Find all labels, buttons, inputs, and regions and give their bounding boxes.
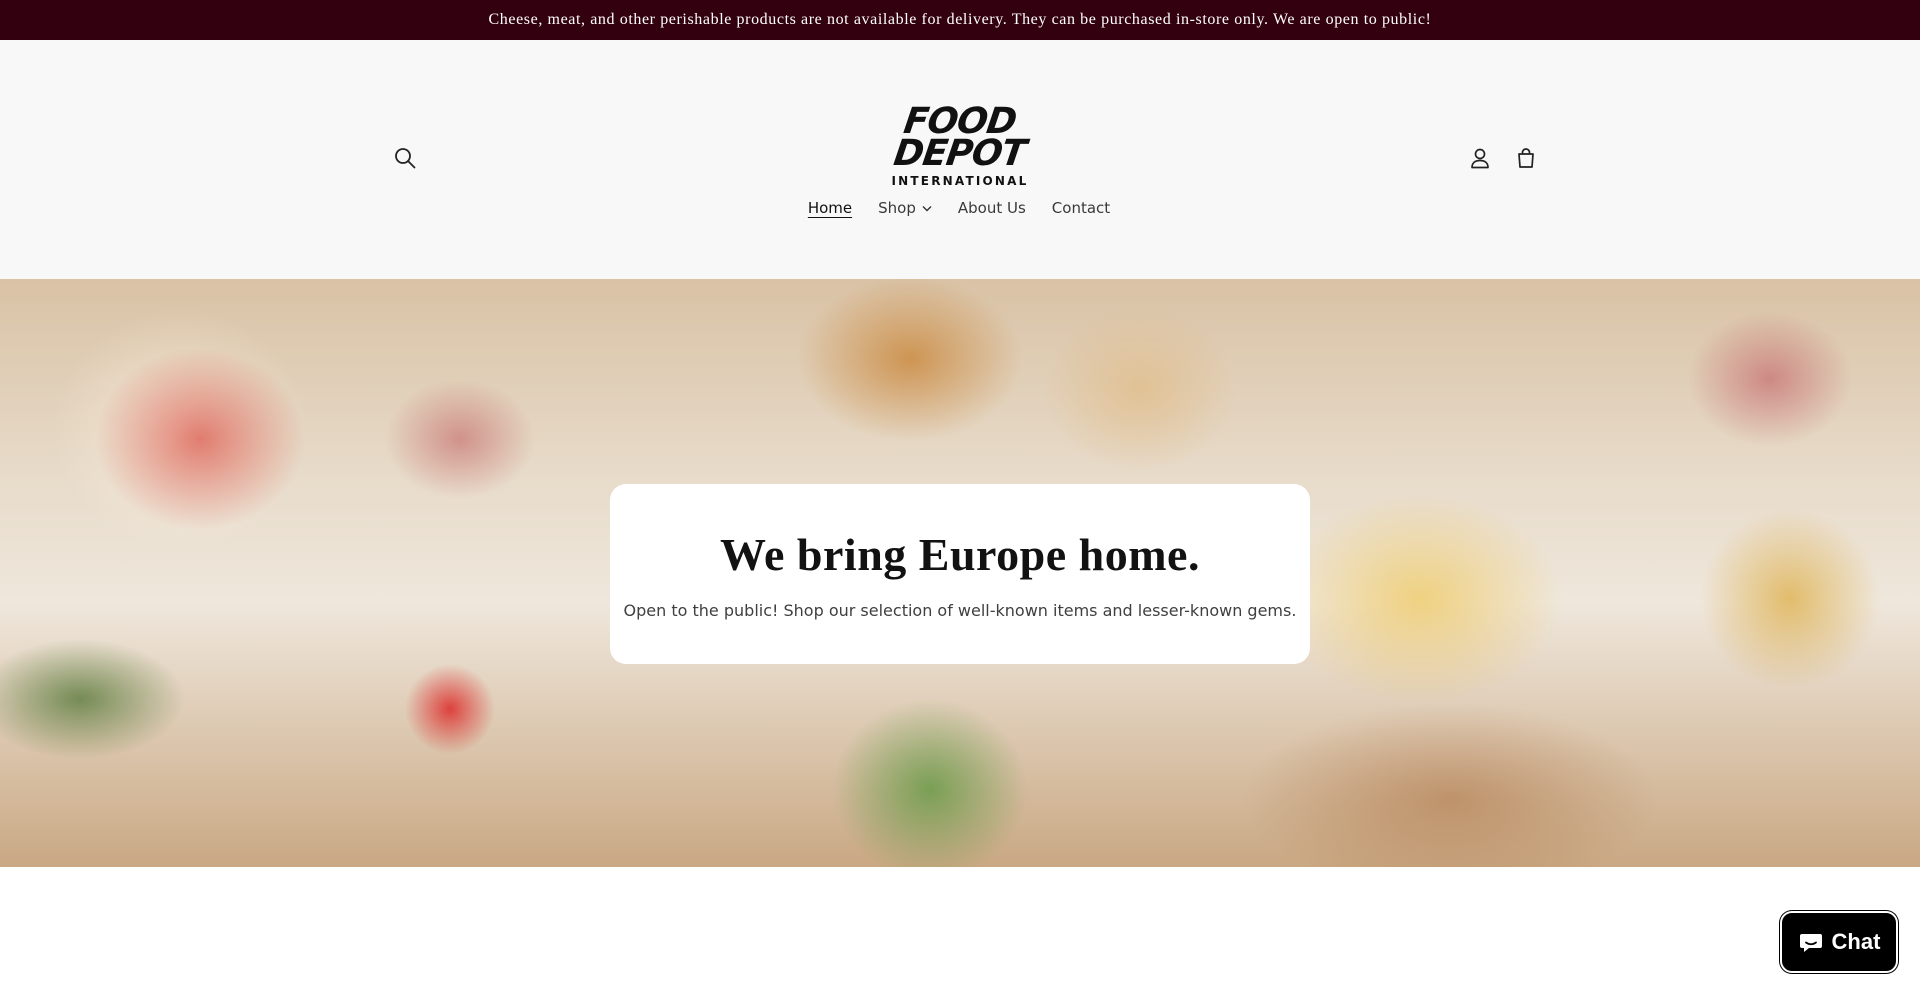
nav-item-contact[interactable]: Contact bbox=[1052, 196, 1110, 220]
cart-icon bbox=[1518, 148, 1534, 168]
search-icon bbox=[395, 148, 416, 169]
hero-title: We bring Europe home. bbox=[720, 529, 1200, 580]
account-button[interactable] bbox=[1460, 138, 1500, 178]
nav-item-label: Contact bbox=[1051, 199, 1111, 217]
logo-line-international: INTERNATIONAL bbox=[891, 174, 1029, 188]
announcement-bar: Cheese, meat, and other perishable produ… bbox=[0, 0, 1920, 40]
nav-item-about-us[interactable]: About Us bbox=[958, 196, 1026, 220]
nav-item-label: About Us bbox=[957, 199, 1026, 217]
hero-subtitle: Open to the public! Shop our selection o… bbox=[623, 601, 1297, 620]
search-button[interactable] bbox=[385, 138, 425, 178]
nav-item-label: Shop bbox=[878, 199, 916, 217]
chat-bubble-icon bbox=[1799, 934, 1822, 952]
site-header: FOOD DEPOT INTERNATIONAL bbox=[0, 40, 1920, 279]
chat-button[interactable]: Chat bbox=[1780, 911, 1898, 973]
hero-banner: We bring Europe home. Open to the public… bbox=[0, 279, 1920, 867]
announcement-text: Cheese, meat, and other perishable produ… bbox=[488, 11, 1432, 28]
store-logo[interactable]: FOOD DEPOT INTERNATIONAL bbox=[880, 92, 1040, 202]
cart-button[interactable] bbox=[1506, 138, 1546, 178]
nav-item-home[interactable]: Home bbox=[808, 196, 852, 220]
chevron-down-icon bbox=[922, 205, 932, 211]
nav-item-shop[interactable]: Shop bbox=[878, 196, 932, 220]
nav-item-label: Home bbox=[807, 199, 853, 217]
hero-card: We bring Europe home. Open to the public… bbox=[610, 484, 1310, 664]
chat-label: Chat bbox=[1831, 929, 1881, 954]
user-icon bbox=[1471, 148, 1489, 169]
logo-line-depot: DEPOT bbox=[891, 133, 1029, 174]
